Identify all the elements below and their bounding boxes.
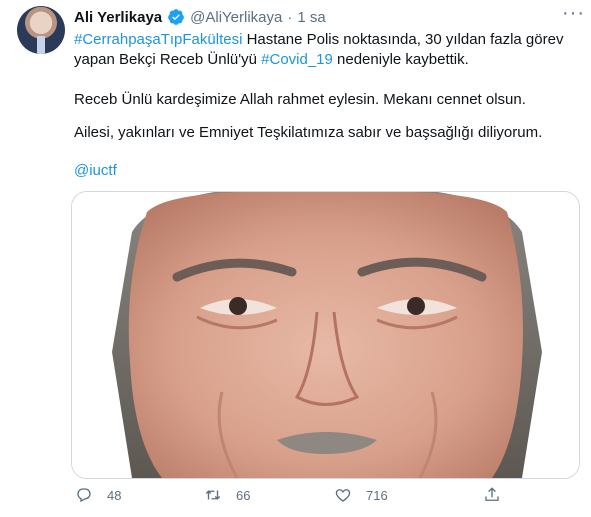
hashtag-link[interactable]: #Covid_19 <box>261 51 333 68</box>
like-button[interactable]: 716 <box>334 486 388 504</box>
action-bar: 48 66 716 <box>71 486 561 510</box>
retweet-button[interactable]: 66 <box>204 486 250 504</box>
share-button[interactable] <box>483 486 501 504</box>
like-count: 716 <box>366 487 388 503</box>
separator: · <box>287 8 293 26</box>
author-handle[interactable]: @AliYerlikaya <box>190 9 282 26</box>
retweet-icon <box>205 490 221 500</box>
more-options-icon[interactable]: ··· <box>562 3 584 26</box>
retweet-count: 66 <box>236 487 251 503</box>
share-icon <box>485 487 499 501</box>
timestamp[interactable]: 1 sa <box>297 9 325 26</box>
tweet-photo[interactable] <box>71 191 580 479</box>
tweet[interactable]: Ali Yerlikaya @AliYerlikaya · 1 sa ··· #… <box>0 0 591 517</box>
tweet-paragraph-1: #CerrahpaşaTıpFakültesi Hastane Polis no… <box>74 30 579 70</box>
verified-badge-icon <box>167 8 185 26</box>
author-name[interactable]: Ali Yerlikaya <box>74 9 162 26</box>
avatar-tie <box>37 36 45 54</box>
tweet-paragraph-2: Receb Ünlü kardeşimize Allah rahmet eyle… <box>74 91 526 108</box>
reply-icon <box>77 488 91 503</box>
reply-count: 48 <box>107 487 122 503</box>
reply-button[interactable]: 48 <box>75 486 121 504</box>
hashtag-link[interactable]: #CerrahpaşaTıpFakültesi <box>74 31 242 48</box>
avatar[interactable] <box>17 6 65 54</box>
portrait-photo <box>72 192 579 478</box>
tweet-text-segment: nedeniyle kaybettik. <box>332 51 469 68</box>
heart-icon <box>335 489 351 502</box>
mention-link[interactable]: @iuctf <box>74 161 117 181</box>
tweet-paragraph-3: Ailesi, yakınları ve Emniyet Teşkilatımı… <box>74 124 543 141</box>
tweet-header: Ali Yerlikaya @AliYerlikaya · 1 sa <box>74 6 326 28</box>
